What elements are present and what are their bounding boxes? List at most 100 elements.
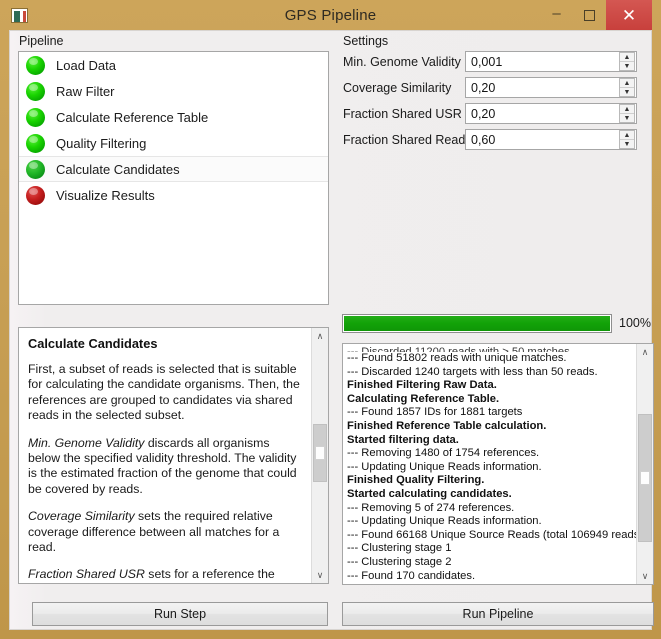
input-fraction-shared-reads[interactable] — [466, 131, 616, 148]
log-scroll-up-icon[interactable]: ∧ — [637, 344, 653, 360]
spinner-fraction-shared-usr[interactable]: ▲▼ — [465, 103, 637, 124]
scroll-down-icon[interactable]: ∨ — [312, 567, 328, 583]
window-controls: – ✕ — [540, 0, 652, 30]
progress-row: 100% — [342, 313, 654, 333]
pipeline-step-label: Quality Filtering — [56, 135, 147, 151]
description-term: Coverage Similarity — [28, 509, 135, 524]
close-icon: ✕ — [621, 5, 637, 25]
input-fraction-shared-usr[interactable] — [466, 105, 616, 122]
setting-label-min-genome-validity: Min. Genome Validity — [343, 54, 461, 69]
spinner-up-icon[interactable]: ▲ — [620, 105, 634, 114]
log-line: Started calculating candidates. — [347, 487, 512, 500]
status-done-icon — [26, 55, 45, 75]
log-line: Finished Filtering Raw Data. — [347, 379, 497, 392]
maximize-icon — [584, 9, 595, 21]
log-line: --- Found 1857 IDs for 1881 targets — [347, 406, 523, 419]
description-term: Min. Genome Validity — [28, 435, 145, 450]
description-paragraph: Fraction Shared USR sets for a reference… — [28, 567, 275, 583]
progress-bar-fill — [344, 315, 610, 331]
log-line: Finished Reference Table calculation. — [347, 419, 547, 432]
pipeline-group-label: Pipeline — [19, 34, 64, 48]
spinner-down-icon[interactable]: ▼ — [620, 140, 634, 148]
run-pipeline-button[interactable]: Run Pipeline — [342, 602, 654, 626]
status-current-icon — [26, 159, 45, 179]
run-step-button[interactable]: Run Step — [32, 602, 328, 626]
pipeline-step-calculate-candidates[interactable]: Calculate Candidates — [19, 156, 328, 182]
spinner-buttons-coverage-similarity[interactable]: ▲ ▼ — [619, 78, 635, 97]
log-line: --- Found 51802 reads with unique matche… — [347, 352, 567, 364]
description-scroll-track[interactable] — [312, 344, 328, 567]
pipeline-step-calculate-reference-table[interactable]: Calculate Reference Table — [19, 104, 328, 130]
status-done-icon — [26, 107, 45, 127]
input-coverage-similarity[interactable] — [466, 79, 616, 96]
setting-row-fraction-shared-usr: Fraction Shared USR ▲▼ — [343, 103, 637, 124]
scroll-thumb-grip — [315, 446, 325, 461]
spinner-down-icon[interactable]: ▼ — [620, 88, 634, 96]
setting-label-fraction-shared-reads: Fraction Shared Reads — [343, 132, 472, 147]
log-line: --- Removing 1480 of 1754 references. — [347, 447, 540, 460]
spinner-min-genome-validity[interactable]: ▲▼ — [465, 51, 637, 72]
pipeline-step-visualize-results[interactable]: Visualize Results — [19, 182, 328, 208]
log-scroll-thumb-grip — [640, 471, 650, 486]
spinner-coverage-similarity[interactable]: ▲▼ — [465, 77, 637, 98]
pipeline-step-label: Visualize Results — [56, 187, 155, 203]
setting-row-min-genome-validity: Min. Genome Validity ▲▼ — [343, 51, 637, 72]
log-line-clipped: --- Discarded 11200 reads with > 50 matc… — [347, 346, 573, 352]
description-content: Calculate Candidates First, a subset of … — [19, 328, 311, 583]
description-paragraph: Min. Genome Validity discards all organi… — [28, 435, 297, 496]
spinner-down-icon[interactable]: ▼ — [620, 62, 634, 70]
close-button[interactable]: ✕ — [606, 0, 652, 30]
spinner-up-icon[interactable]: ▲ — [620, 53, 634, 62]
spinner-buttons-min-genome-validity[interactable]: ▲ ▼ — [619, 52, 635, 71]
log-line: --- Found 170 candidates. — [347, 569, 476, 582]
log-content: --- Discarded 11200 reads with > 50 matc… — [343, 344, 636, 584]
log-scroll-down-icon[interactable]: ∨ — [637, 568, 653, 584]
minimize-button[interactable]: – — [540, 0, 573, 30]
setting-label-coverage-similarity: Coverage Similarity — [343, 80, 452, 95]
log-scrollbar[interactable]: ∧ ∨ — [636, 344, 653, 584]
description-paragraphs: First, a subset of reads is selected tha… — [28, 362, 303, 583]
scroll-up-icon[interactable]: ∧ — [312, 328, 328, 344]
description-term: Fraction Shared USR — [28, 567, 145, 582]
pipeline-step-label: Raw Filter — [56, 83, 115, 99]
log-line: --- Removing 5 of 274 references. — [347, 501, 515, 514]
log-line: Finished Quality Filtering. — [347, 474, 485, 487]
setting-label-fraction-shared-usr: Fraction Shared USR — [343, 106, 462, 121]
log-scroll-thumb[interactable] — [638, 414, 652, 543]
description-title: Calculate Candidates — [28, 336, 158, 351]
title-bar[interactable]: GPS Pipeline – ✕ — [9, 0, 652, 30]
pipeline-step-quality-filtering[interactable]: Quality Filtering — [19, 130, 328, 156]
setting-row-fraction-shared-reads: Fraction Shared Reads ▲▼ — [343, 129, 637, 150]
log-line: Finished candidate list. — [347, 583, 632, 584]
spinner-down-icon[interactable]: ▼ — [620, 114, 634, 122]
pipeline-step-label: Calculate Reference Table — [56, 109, 209, 125]
description-scrollbar[interactable]: ∧ ∨ — [311, 328, 328, 583]
pipeline-step-load-data[interactable]: Load Data — [19, 52, 328, 78]
maximize-button[interactable] — [573, 0, 606, 30]
log-line: --- Found 66168 Unique Source Reads (tot… — [347, 528, 636, 541]
log-panel: --- Discarded 11200 reads with > 50 matc… — [342, 343, 654, 585]
log-line: --- Clustering stage 2 — [347, 555, 452, 568]
spinner-fraction-shared-reads[interactable]: ▲▼ — [465, 129, 637, 150]
log-scroll-track[interactable] — [637, 360, 653, 568]
progress-bar — [342, 313, 612, 333]
input-min-genome-validity[interactable] — [466, 53, 616, 70]
log-lines: --- Found 51802 reads with unique matche… — [347, 352, 636, 584]
pipeline-step-list[interactable]: Load Data Raw Filter Calculate Reference T… — [18, 51, 329, 305]
pipeline-step-raw-filter[interactable]: Raw Filter — [19, 78, 328, 104]
spinner-up-icon[interactable]: ▲ — [620, 79, 634, 88]
status-done-icon — [26, 133, 45, 153]
log-line: Calculating Reference Table. — [347, 392, 500, 405]
description-paragraph: Coverage Similarity sets the required re… — [28, 509, 280, 555]
spinner-buttons-fraction-shared-reads[interactable]: ▲ ▼ — [619, 130, 635, 149]
log-line: Started filtering data. — [347, 433, 459, 446]
log-line: --- Clustering stage 1 — [347, 542, 452, 555]
client-area: Pipeline Load Data Raw Filter Calculate Re… — [9, 30, 654, 630]
log-line: --- Discarded 1240 targets with less tha… — [347, 365, 598, 378]
description-scroll-thumb[interactable] — [313, 424, 327, 483]
spinner-buttons-fraction-shared-usr[interactable]: ▲ ▼ — [619, 104, 635, 123]
setting-row-coverage-similarity: Coverage Similarity ▲▼ — [343, 77, 637, 98]
minimize-icon: – — [552, 5, 561, 22]
spinner-up-icon[interactable]: ▲ — [620, 131, 634, 140]
log-line: --- Updating Unique Reads information. — [347, 460, 542, 473]
